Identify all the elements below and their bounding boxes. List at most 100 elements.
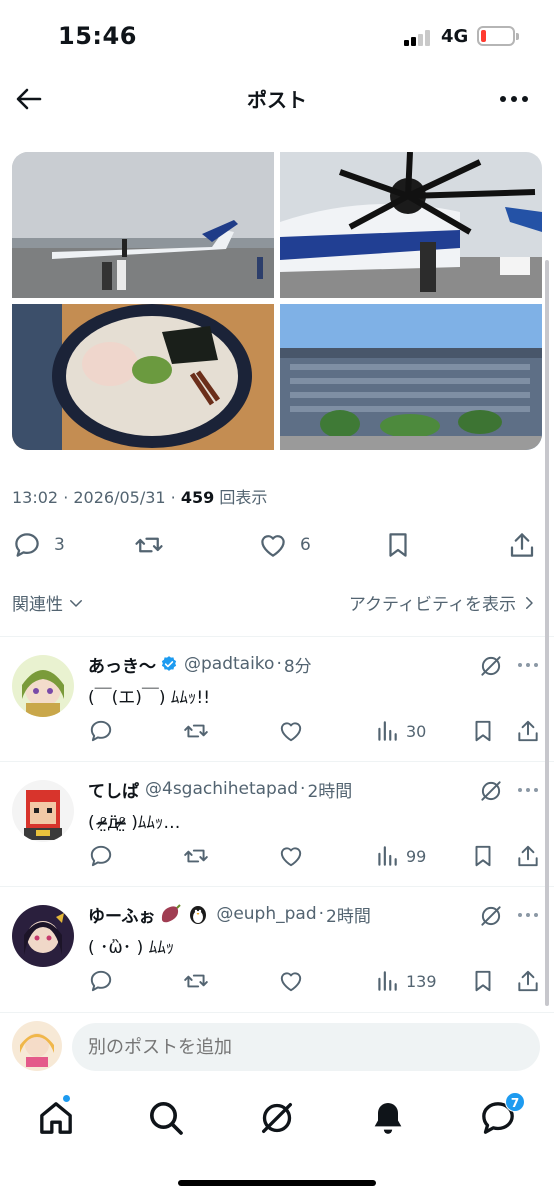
reply-icon xyxy=(90,720,112,742)
reply-icon xyxy=(90,970,112,992)
views-label: 回表示 xyxy=(219,488,268,507)
heart-icon xyxy=(261,535,285,557)
repost-button[interactable] xyxy=(134,530,164,560)
more-options-button[interactable] xyxy=(496,84,532,114)
compose-input[interactable] xyxy=(72,1023,540,1071)
post-time: 13:02 xyxy=(12,488,59,507)
more-horizontal-icon[interactable] xyxy=(515,653,541,677)
reply-sort-row: 関連性 アクティビティを表示 xyxy=(0,586,554,620)
sweet-potato-emoji-icon xyxy=(162,904,182,923)
tab-notifications[interactable] xyxy=(368,1098,408,1138)
bookmark-icon xyxy=(389,533,407,557)
grok-icon[interactable] xyxy=(478,653,504,679)
like-button[interactable] xyxy=(278,842,304,870)
penguin-emoji-icon xyxy=(190,906,207,924)
share-button[interactable] xyxy=(515,717,541,745)
search-icon xyxy=(150,1102,183,1135)
header-dot: · xyxy=(318,904,325,924)
bookmark-button[interactable] xyxy=(470,717,496,745)
views-count: 99 xyxy=(406,846,427,866)
avatar[interactable] xyxy=(12,1021,62,1071)
meta-separator: · xyxy=(58,488,74,507)
grok-icon[interactable] xyxy=(478,903,504,929)
more-horizontal-icon[interactable] xyxy=(515,778,541,802)
scrollbar[interactable] xyxy=(545,260,549,1006)
photo-ramen[interactable] xyxy=(12,304,274,450)
share-button[interactable] xyxy=(515,842,541,870)
photo-propeller[interactable] xyxy=(280,152,542,298)
display-name[interactable]: ゆーふぉ xyxy=(88,902,155,927)
reply-action-bar: 30 xyxy=(0,717,554,747)
repost-button[interactable] xyxy=(183,967,209,995)
reply-count: 3 xyxy=(54,535,65,555)
like-button[interactable] xyxy=(278,967,304,995)
views-button[interactable]: 139 xyxy=(374,967,437,995)
bottom-tab-bar: 7 xyxy=(0,1086,554,1156)
display-name[interactable]: あっき～ xyxy=(88,652,156,677)
analytics-icon xyxy=(378,846,397,866)
post-action-bar: 3 6 xyxy=(0,524,554,566)
like-button[interactable]: 6 xyxy=(258,530,311,560)
avatar[interactable] xyxy=(12,780,74,842)
more-horizontal-icon[interactable] xyxy=(515,903,541,927)
display-name[interactable]: てしぱ xyxy=(88,777,139,802)
avatar[interactable] xyxy=(12,655,74,717)
repost-icon xyxy=(184,974,208,988)
like-button[interactable] xyxy=(278,717,304,745)
header-dot: · xyxy=(300,779,306,799)
share-icon xyxy=(518,970,538,992)
heart-icon xyxy=(280,847,302,867)
home-indicator xyxy=(178,1180,376,1186)
grok-icon[interactable] xyxy=(478,778,504,804)
bookmark-button[interactable] xyxy=(470,967,496,995)
more-horizontal-icon xyxy=(500,96,528,102)
reply-icon xyxy=(90,845,112,867)
share-icon xyxy=(518,845,538,867)
home-icon xyxy=(40,1102,72,1134)
sort-label: 関連性 xyxy=(12,595,63,615)
bookmark-button[interactable] xyxy=(470,842,496,870)
home-unread-dot xyxy=(62,1094,71,1103)
cellular-signal-icon xyxy=(404,30,434,46)
chevron-right-icon xyxy=(526,596,533,609)
reply-text: (￣(エ)￣) ﾑﾑｯ!! xyxy=(88,688,211,708)
reply-time: 2時間 xyxy=(307,781,353,802)
handle[interactable]: @euph_pad xyxy=(216,904,316,924)
reply-button[interactable] xyxy=(88,842,114,870)
sort-dropdown[interactable]: 関連性 xyxy=(12,590,85,615)
activity-label: アクティビティを表示 xyxy=(348,595,516,615)
share-button[interactable] xyxy=(515,967,541,995)
handle[interactable]: @4sgachihetapad xyxy=(145,779,298,799)
bookmark-button[interactable] xyxy=(383,530,413,560)
reply-button[interactable]: 3 xyxy=(12,530,65,560)
share-icon xyxy=(510,533,534,557)
tab-search[interactable] xyxy=(146,1098,186,1138)
repost-button[interactable] xyxy=(183,842,209,870)
repost-icon xyxy=(184,724,208,738)
bookmark-icon xyxy=(475,970,491,992)
views-count: 139 xyxy=(406,971,437,991)
avatar[interactable] xyxy=(12,905,74,967)
status-time: 15:46 xyxy=(58,22,137,50)
handle[interactable]: @padtaiko xyxy=(184,654,274,674)
analytics-icon xyxy=(378,721,397,741)
post-meta: 13:02 · 2026/05/31 · 459 回表示 xyxy=(12,484,267,508)
top-nav: ポスト xyxy=(0,72,554,124)
tab-home[interactable] xyxy=(36,1098,76,1138)
page-title: ポスト xyxy=(247,88,307,112)
share-button[interactable] xyxy=(507,530,537,560)
photo-airport-apron[interactable] xyxy=(12,152,274,298)
view-activity-link[interactable]: アクティビティを表示 xyxy=(349,590,538,615)
repost-button[interactable] xyxy=(183,717,209,745)
reply-item[interactable]: あっき～ @padtaiko · 8分 (￣(エ)￣) ﾑﾑｯ!! 30 xyxy=(0,637,554,761)
reply-item[interactable]: てしぱ @4sgachihetapad · 2時間 ( ᵒ̴̶̷̤д̈ᵒ̴̶̷̤… xyxy=(0,762,554,886)
reply-button[interactable] xyxy=(88,717,114,745)
verified-badge-icon xyxy=(161,656,177,671)
reply-item[interactable]: ゆーふぉ @euph_pad · 2時間 ( ･ὢ･ ) ﾑﾑｯ 139 xyxy=(0,887,554,1011)
photo-station-building[interactable] xyxy=(280,304,542,450)
tab-grok[interactable] xyxy=(257,1098,297,1138)
views-button[interactable]: 30 xyxy=(374,717,426,745)
views-button[interactable]: 99 xyxy=(374,842,426,870)
reply-button[interactable] xyxy=(88,967,114,995)
meta-separator: · xyxy=(165,488,181,507)
